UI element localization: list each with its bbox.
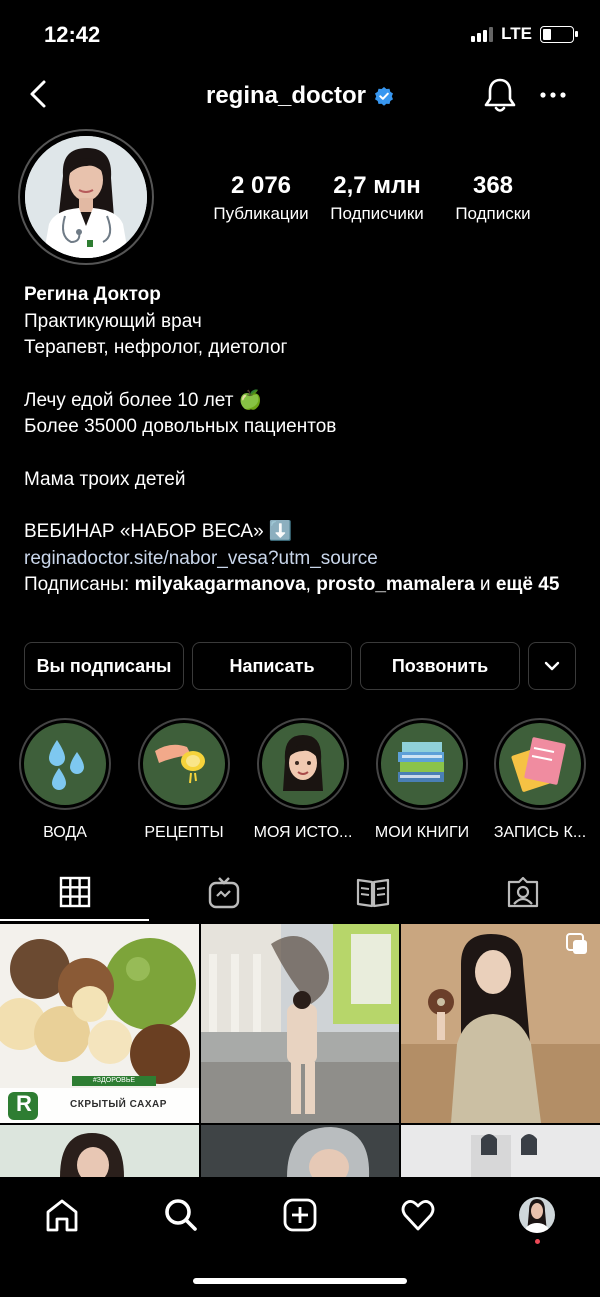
tagged-tab-icon[interactable] xyxy=(505,874,541,910)
stat-following-value: 368 xyxy=(472,172,514,199)
avatar[interactable] xyxy=(25,136,147,258)
chevron-down-icon xyxy=(544,661,560,671)
message-button[interactable]: Написать xyxy=(192,642,352,690)
highlight-label: ВОДА xyxy=(43,824,87,841)
memoji-icon xyxy=(283,735,323,791)
suggestions-button[interactable] xyxy=(528,642,576,690)
highlight-recepty[interactable]: РЕЦЕПТЫ xyxy=(134,718,234,842)
profile-tabs xyxy=(0,862,600,922)
stat-following[interactable]: 368 Подписки xyxy=(436,172,550,224)
highlight-voda[interactable]: ВОДА xyxy=(15,718,115,842)
followers-more[interactable]: ещё 45 xyxy=(496,574,560,595)
notifications-bell-icon[interactable] xyxy=(482,76,518,114)
status-indicators: LTE xyxy=(471,24,578,44)
status-time: 12:42 xyxy=(44,22,101,47)
highlight-label: ЗАПИСЬ К... xyxy=(493,824,587,841)
bio-line: Мама троих детей xyxy=(24,468,186,490)
highlight-label: РЕЦЕПТЫ xyxy=(144,824,224,841)
bio-link[interactable]: reginadoctor.site/nabor_vesa?utm_source xyxy=(24,546,584,573)
stat-followers[interactable]: 2,7 млн Подписчики xyxy=(320,172,434,224)
followed-by[interactable]: Подписаны: milyakagarmanova, prosto_mama… xyxy=(24,572,584,599)
stat-posts-label: Публикации xyxy=(213,204,309,223)
post-caption: СКРЫТЫЙ САХАР xyxy=(70,1099,167,1110)
username: regina_doctor xyxy=(205,82,367,109)
highlight-istoriya[interactable]: МОЯ ИСТО... xyxy=(253,718,353,842)
home-indicator xyxy=(193,1278,407,1284)
follower-username[interactable]: milyakagarmanova xyxy=(135,574,306,595)
igtv-tab-icon[interactable] xyxy=(206,874,242,910)
stat-followers-value: 2,7 млн xyxy=(333,172,421,199)
post-thumbnail[interactable] xyxy=(401,924,600,1123)
profile-bio: Регина Доктор Практикующий врач Терапевт… xyxy=(24,282,584,599)
notification-dot xyxy=(535,1239,540,1244)
stat-posts[interactable]: 2 076 Публикации xyxy=(204,172,318,224)
network-label: LTE xyxy=(501,24,532,43)
bio-line: Терапевт, нефролог, диетолог xyxy=(24,337,288,358)
books-icon xyxy=(398,742,444,782)
lemon-squeeze-icon xyxy=(155,744,205,784)
bio-line: Лечу едой более 10 лет 🍏 xyxy=(24,389,263,411)
post-thumbnail[interactable] xyxy=(201,924,399,1123)
post-thumbnail[interactable]: R #ЗДОРОВЬЕ СКРЫТЫЙ САХАР xyxy=(0,924,199,1123)
bio-line: ВЕБИНАР «НАБОР ВЕСА» ⬇️ xyxy=(24,521,293,542)
stat-following-label: Подписки xyxy=(455,204,531,223)
highlight-label: МОЯ ИСТО... xyxy=(253,824,353,841)
grid-tab-icon[interactable] xyxy=(57,874,93,910)
post-thumbnail[interactable] xyxy=(0,1125,199,1177)
search-icon[interactable] xyxy=(163,1197,199,1233)
bio-line: Более 35000 довольных пациентов xyxy=(24,416,337,437)
post-caption-tag: #ЗДОРОВЬЕ xyxy=(92,1077,136,1084)
following-button[interactable]: Вы подписаны xyxy=(24,642,184,690)
stat-followers-label: Подписчики xyxy=(330,204,424,223)
water-drops-icon xyxy=(49,740,84,790)
stat-posts-value: 2 076 xyxy=(230,172,292,199)
home-icon[interactable] xyxy=(44,1197,80,1233)
highlight-knigi[interactable]: МОИ КНИГИ xyxy=(372,718,472,842)
profile-tab-avatar[interactable] xyxy=(519,1197,555,1233)
signal-icon xyxy=(471,26,494,42)
verified-badge-icon xyxy=(375,87,394,106)
follower-username[interactable]: prosto_mamalera xyxy=(316,574,474,595)
post-logo: R xyxy=(16,1091,32,1116)
bio-line: Практикующий врач xyxy=(24,310,202,332)
call-button[interactable]: Позвонить xyxy=(360,642,520,690)
battery-icon xyxy=(540,25,578,43)
post-thumbnail[interactable] xyxy=(201,1125,399,1177)
notebook-icon xyxy=(511,737,566,792)
more-options-icon[interactable] xyxy=(540,90,566,100)
heart-icon[interactable] xyxy=(400,1197,436,1233)
highlight-label: МОИ КНИГИ xyxy=(374,824,470,841)
highlight-zapis[interactable]: ЗАПИСЬ К... xyxy=(490,718,590,842)
post-thumbnail[interactable] xyxy=(401,1125,600,1177)
new-post-icon[interactable] xyxy=(282,1197,318,1233)
display-name: Регина Доктор xyxy=(24,284,161,305)
guides-tab-icon[interactable] xyxy=(355,874,391,910)
active-tab-indicator xyxy=(0,919,149,921)
